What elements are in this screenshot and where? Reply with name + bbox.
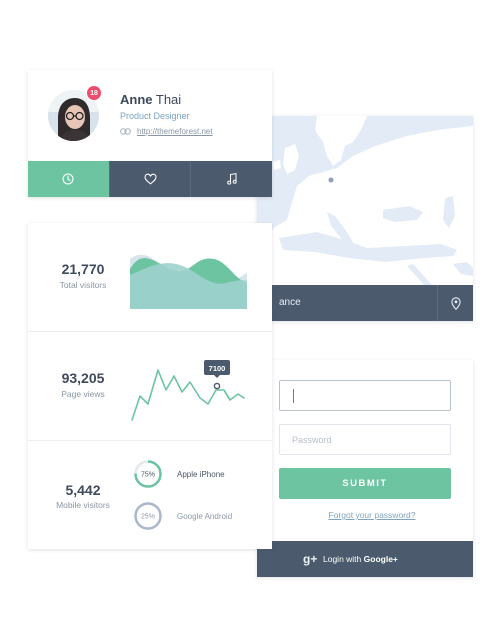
stat-row-page-views: 93,205 Page views 7100 (28, 332, 272, 441)
tab-activity[interactable] (28, 161, 109, 197)
tab-music[interactable] (190, 161, 273, 197)
stats-card: 21,770 Total visitors 93,205 Page views … (28, 223, 272, 549)
map-location-label: ance (279, 297, 301, 308)
page-views-line-chart: 7100 (131, 360, 245, 421)
map-location-bar: ance (257, 285, 473, 321)
profile-name: Anne Thai (120, 92, 182, 107)
text-caret (293, 389, 294, 403)
page-views-tooltip: 7100 (209, 364, 226, 373)
username-field[interactable] (279, 380, 451, 411)
forgot-password-link[interactable]: Forgot your password? (257, 510, 473, 520)
mobile-visitors-value: 5,442 (65, 482, 101, 498)
profile-card: Anne Thai Product Designer http://themef… (28, 70, 273, 197)
profile-tabs (28, 161, 273, 197)
device-name: Apple iPhone (177, 469, 225, 479)
map-widget[interactable]: ance (257, 116, 473, 321)
password-field[interactable]: Password (279, 424, 451, 455)
password-placeholder: Password (292, 435, 332, 445)
google-plus-icon: g+ (303, 552, 318, 566)
android-percent: 25% (141, 514, 155, 521)
total-visitors-label: Total visitors (59, 280, 107, 290)
login-form: Password SUBMIT Forgot your password? g+… (257, 360, 473, 577)
android-progress-ring: 25% (134, 502, 162, 530)
page-views-label: Page views (61, 389, 105, 399)
location-pin-icon[interactable] (437, 285, 473, 321)
device-apple-iphone: 75% Apple iPhone (133, 459, 225, 489)
heart-icon (143, 173, 157, 185)
tab-favorites[interactable] (108, 161, 191, 197)
europe-map (257, 116, 473, 286)
total-visitors-value: 21,770 (61, 261, 105, 277)
clock-icon (62, 173, 74, 185)
google-login-label: Login with Google+ (323, 554, 398, 564)
stat-row-total-visitors: 21,770 Total visitors (28, 223, 272, 332)
iphone-percent: 75% (141, 472, 155, 479)
link-icon (120, 128, 131, 135)
device-name: Google Android (177, 511, 233, 521)
mobile-visitors-label: Mobile visitors (56, 500, 110, 510)
stat-row-mobile-visitors: 5,442 Mobile visitors 75% Apple iPhone 2… (28, 441, 272, 549)
visitors-area-chart (130, 254, 247, 309)
profile-website[interactable]: http://themeforest.net (120, 127, 213, 136)
profile-role: Product Designer (120, 111, 190, 121)
page-views-value: 93,205 (61, 370, 105, 386)
device-google-android: 25% Google Android (133, 501, 232, 531)
music-icon (226, 173, 237, 185)
google-login-button[interactable]: g+ Login with Google+ (257, 541, 473, 577)
iphone-progress-ring: 75% (134, 460, 162, 488)
notification-badge[interactable]: 18 (86, 85, 102, 101)
submit-button[interactable]: SUBMIT (279, 468, 451, 499)
